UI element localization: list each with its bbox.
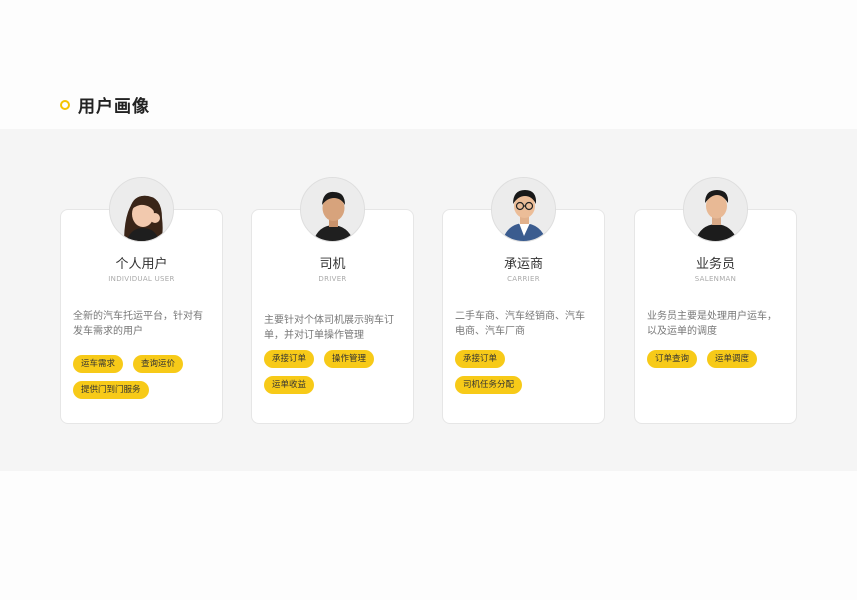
persona-description: 全新的汽车托运平台，针对有发车需求的用户 bbox=[73, 311, 203, 337]
tag: 查询运价 bbox=[133, 355, 184, 373]
male-driver-avatar-icon bbox=[300, 177, 365, 242]
circle-bullet-icon bbox=[60, 99, 70, 110]
persona-description: 业务员主要是处理用户运车，以及运单的调度 bbox=[647, 311, 777, 337]
tag: 运车需求 bbox=[73, 355, 124, 373]
section-title: 用户画像 bbox=[78, 97, 150, 117]
tag: 承接订单 bbox=[455, 350, 506, 368]
persona-name: 司机 bbox=[319, 257, 346, 272]
tag: 承接订单 bbox=[264, 350, 315, 368]
persona-name: 业务员 bbox=[695, 257, 735, 272]
persona-name-en: DRIVER bbox=[318, 275, 347, 283]
tag: 运单调度 bbox=[707, 350, 758, 368]
persona-name-en: SALENMAN bbox=[694, 275, 737, 283]
persona-name-en: INDIVIDUAL USER bbox=[108, 275, 175, 283]
persona-card-salesman: 业务员 SALENMAN 业务员主要是处理用户运车，以及运单的调度 订单查询 运… bbox=[634, 177, 797, 424]
persona-name: 承运商 bbox=[503, 257, 543, 272]
tag: 操作管理 bbox=[324, 350, 375, 368]
carrier-avatar-icon bbox=[491, 177, 556, 242]
tag: 司机任务分配 bbox=[455, 376, 523, 394]
persona-card-driver: 司机 DRIVER 主要针对个体司机展示驹车订单，并对订单操作管理 承接订单 操… bbox=[251, 177, 414, 424]
persona-description: 二手车商、汽车经销商、汽车电商、汽车厂商 bbox=[455, 311, 585, 337]
persona-name-en: CARRIER bbox=[507, 275, 540, 283]
tag: 运单收益 bbox=[264, 376, 315, 394]
tag: 订单查询 bbox=[647, 350, 698, 368]
female-user-avatar-icon bbox=[109, 177, 174, 242]
persona-description: 主要针对个体司机展示驹车订单，并对订单操作管理 bbox=[264, 315, 394, 341]
persona-card-individual-user: 个人用户 INDIVIDUAL USER 全新的汽车托运平台，针对有发车需求的用… bbox=[60, 177, 223, 424]
section-header: 用户画像 bbox=[60, 92, 150, 117]
persona-card-carrier: 承运商 CARRIER 二手车商、汽车经销商、汽车电商、汽车厂商 承接订单 司机… bbox=[442, 177, 605, 424]
tag: 提供门到门服务 bbox=[73, 381, 149, 399]
salesman-avatar-icon bbox=[683, 177, 748, 242]
persona-name: 个人用户 bbox=[115, 257, 168, 272]
